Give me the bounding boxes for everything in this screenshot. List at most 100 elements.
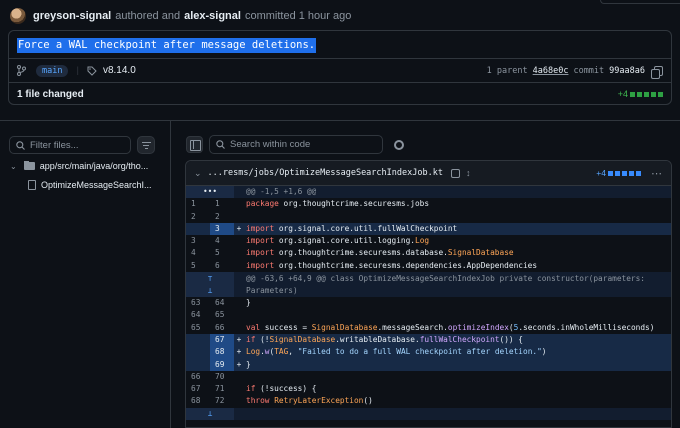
filter-icon [143, 144, 149, 146]
code-line: import org.signal.core.util.fullWalCheck… [246, 223, 458, 233]
folder-icon [23, 161, 35, 170]
diff-sign [234, 198, 244, 210]
new-line-number[interactable]: 4 [210, 235, 234, 247]
section-divider [0, 120, 680, 121]
parent-sha-link[interactable]: 4a68e0c [533, 66, 569, 76]
old-line-number[interactable]: 65 [186, 322, 210, 334]
new-line-number[interactable]: 64 [210, 297, 234, 309]
new-line-number[interactable]: 71 [210, 383, 234, 395]
code-line: } [246, 359, 251, 369]
chevron-down-icon[interactable]: ⌄ [194, 168, 202, 179]
old-line-number[interactable] [186, 358, 210, 371]
old-line-number[interactable] [186, 333, 210, 347]
diffstat-block [630, 91, 635, 97]
code-line: val success = SignalDatabase.messageSear… [246, 322, 655, 332]
search-within-code-input[interactable]: Search within code [209, 135, 383, 154]
diffstat-block [615, 170, 620, 176]
expand-up-icon[interactable]: ⊤ [208, 274, 213, 283]
diff-line: 64 65 [186, 309, 671, 321]
new-line-number[interactable]: 70 [210, 371, 234, 383]
old-line-number[interactable]: 66 [186, 371, 210, 383]
new-line-number[interactable]: 6 [210, 260, 234, 272]
new-line-number[interactable]: 5 [210, 247, 234, 259]
diff-sign [234, 309, 244, 321]
expand-hunk-icons[interactable]: ⊤ ⊥ [186, 272, 234, 298]
diff-line: 3 4 import org.signal.core.util.logging.Lo… [186, 235, 671, 247]
diffstat-block [651, 91, 656, 97]
diffstat-block [637, 91, 642, 97]
diff-sign: + [236, 359, 242, 369]
commit-text: commit [573, 65, 605, 76]
old-line-number[interactable]: 64 [186, 309, 210, 321]
avatar[interactable] [10, 8, 26, 24]
diffstat-additions: +4 [617, 89, 628, 99]
diff-line: 5 6 import org.thoughtcrime.securesms.depe… [186, 260, 671, 272]
files-changed-label: 1 file changed [17, 88, 84, 100]
code-line: import org.signal.core.util.logging.Log [246, 236, 430, 246]
copy-path-icon[interactable] [450, 168, 460, 178]
diff-file-path[interactable]: ...resms/jobs/OptimizeMessageSearchIndex… [208, 168, 443, 178]
diff-block-2: 63 64 } 64 65 65 66 val success = SignalDatab… [186, 297, 671, 408]
old-line-number[interactable] [186, 222, 210, 236]
sidebar-divider [170, 120, 171, 428]
old-line-number[interactable]: 63 [186, 297, 210, 309]
diff-sign [234, 247, 244, 259]
commit-author-line: greyson-signal authored and alex-signal … [10, 7, 351, 25]
commit-meta-bar: main | v8.14.0 1 parent 4a68e0c commit 9… [9, 58, 671, 82]
kebab-menu-icon[interactable]: ⋯ [651, 167, 663, 180]
old-line-number[interactable]: 68 [186, 395, 210, 407]
new-line-number[interactable]: 67 [210, 333, 234, 347]
diff-sign: + [236, 223, 242, 233]
diffstat-block [622, 170, 627, 176]
diff-sign [234, 297, 244, 309]
toggle-file-tree-button[interactable] [186, 136, 203, 153]
old-line-number[interactable]: 2 [186, 211, 210, 223]
new-line-number[interactable]: 3 [210, 222, 234, 236]
file-tree-file[interactable]: OptimizeMessageSearchI... [28, 180, 168, 190]
file-tree-directory[interactable]: ⌄ app/src/main/java/org/tho... [10, 161, 168, 171]
diff-sign [234, 322, 244, 334]
new-line-number[interactable]: 65 [210, 309, 234, 321]
expand-down-icon[interactable]: ⊥ [186, 407, 234, 421]
file-diff-panel: ⌄ ...resms/jobs/OptimizeMessageSearchInd… [185, 160, 672, 428]
tag-label[interactable]: v8.14.0 [103, 65, 136, 76]
parent-text: 1 parent [486, 65, 528, 76]
new-line-number[interactable]: 2 [210, 211, 234, 223]
hunk-header: @@ -1,5 +1,6 @@ [246, 187, 317, 196]
commit-sha: 99aa8a6 [609, 65, 645, 76]
old-line-number[interactable]: 3 [186, 235, 210, 247]
directory-path: app/src/main/java/org/tho... [39, 161, 149, 171]
search-icon [216, 140, 225, 149]
old-line-number[interactable] [186, 346, 210, 359]
committer-link[interactable]: alex-signal [184, 10, 241, 22]
old-line-number[interactable]: 1 [186, 198, 210, 210]
branch-pill[interactable]: main [36, 64, 69, 77]
old-line-number[interactable]: 67 [186, 383, 210, 395]
filter-options-button[interactable] [137, 136, 155, 154]
diff-line-added: 68 + Log.w(TAG, "Failed to do a full WAL … [186, 346, 671, 359]
file-tree-filename: OptimizeMessageSearchI... [41, 180, 152, 190]
new-line-number[interactable]: 69 [210, 358, 234, 371]
old-line-number[interactable]: 5 [186, 260, 210, 272]
code-line: import org.thoughtcrime.securesms.databa… [246, 248, 514, 258]
new-line-number[interactable]: 68 [210, 346, 234, 359]
diff-line: 22 [186, 211, 671, 223]
hunk-footer-row: ⊥ [186, 407, 671, 421]
expand-all-icon[interactable]: ↕ [466, 168, 471, 178]
gear-icon[interactable] [394, 140, 404, 150]
copy-icon[interactable] [651, 65, 663, 79]
diff-file-header: ⌄ ...resms/jobs/OptimizeMessageSearchInd… [186, 161, 671, 186]
diff-line: 4 5 import org.thoughtcrime.securesms.data… [186, 247, 671, 259]
new-line-number[interactable]: 1 [210, 198, 234, 210]
author-link[interactable]: greyson-signal [33, 10, 111, 22]
expand-hunk-icon[interactable]: ••• [186, 186, 234, 199]
new-line-number[interactable]: 72 [210, 395, 234, 407]
diff-line: 65 66 val success = SignalDatabase.messag… [186, 322, 671, 334]
new-line-number[interactable]: 66 [210, 322, 234, 334]
old-line-number[interactable]: 4 [186, 247, 210, 259]
diff-line: 66 70 [186, 371, 671, 383]
diff-sign [234, 395, 244, 407]
filter-files-input[interactable]: Filter files... [9, 136, 131, 154]
expand-down-icon[interactable]: ⊥ [208, 286, 213, 295]
